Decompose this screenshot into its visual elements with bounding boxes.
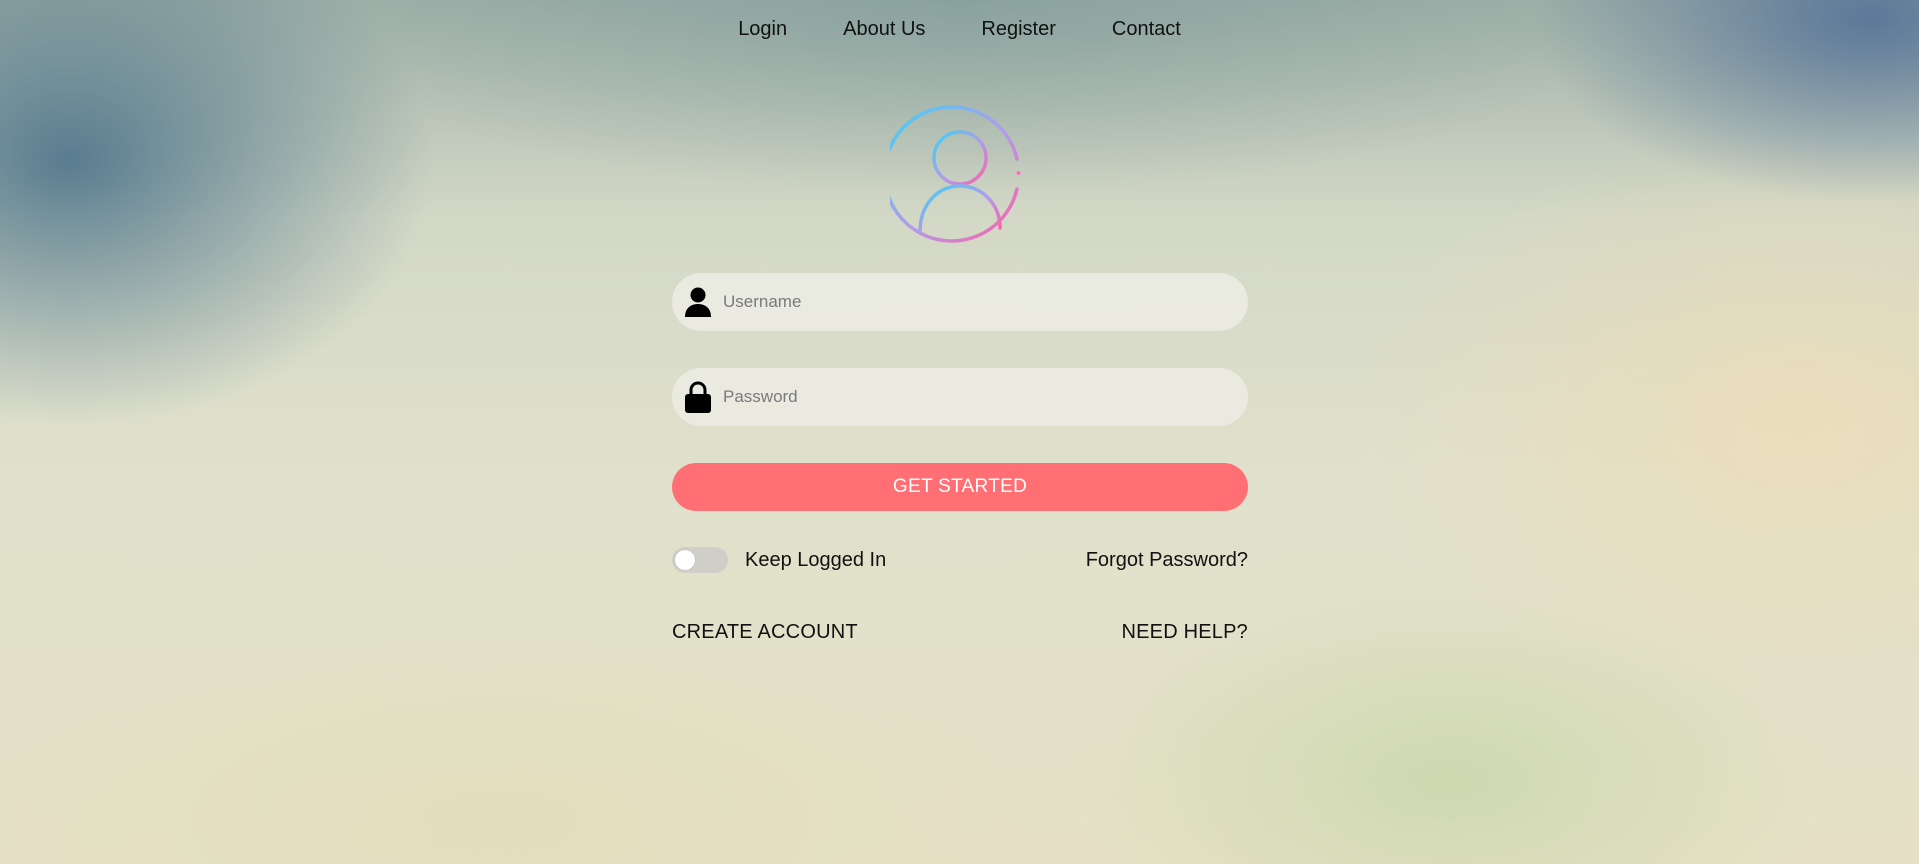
password-input[interactable]	[721, 376, 1225, 418]
create-account-link[interactable]: CREATE ACCOUNT	[672, 621, 858, 644]
get-started-button[interactable]: GET STARTED	[672, 463, 1248, 511]
user-icon	[684, 286, 712, 318]
lock-icon	[684, 381, 712, 413]
nav-register-link[interactable]: Register	[953, 14, 1083, 44]
nav-about-us-link[interactable]: About Us	[815, 14, 953, 44]
username-field	[672, 273, 1248, 331]
keep-logged-in-toggle[interactable]	[672, 547, 728, 573]
need-help-link[interactable]: NEED HELP?	[1122, 621, 1249, 644]
password-field	[672, 368, 1248, 426]
top-nav: Login About Us Register Contact	[0, 14, 1919, 44]
nav-login-link[interactable]: Login	[710, 14, 815, 44]
toggle-knob	[675, 550, 695, 570]
login-form: GET STARTED Keep Logged In Forgot Passwo…	[672, 273, 1248, 644]
nav-contact-link[interactable]: Contact	[1084, 14, 1209, 44]
user-circle-icon	[882, 104, 1030, 244]
username-input[interactable]	[721, 281, 1225, 323]
forgot-password-link[interactable]: Forgot Password?	[1086, 549, 1248, 572]
options-row: Keep Logged In Forgot Password?	[672, 547, 1248, 573]
keep-logged-in-label: Keep Logged In	[745, 548, 887, 571]
keep-logged-in-control: Keep Logged In	[672, 547, 886, 573]
footer-links-row: CREATE ACCOUNT NEED HELP?	[672, 621, 1248, 644]
